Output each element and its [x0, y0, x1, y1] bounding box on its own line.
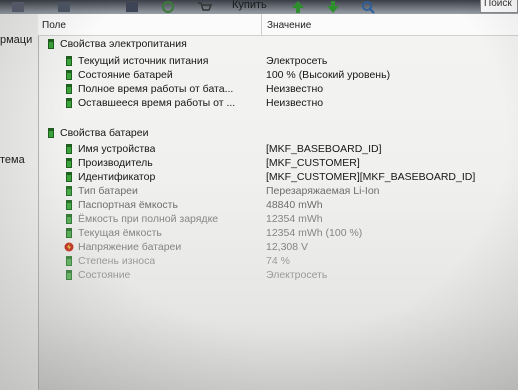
field-value: Перезаряжаемая Li-Ion [266, 185, 380, 197]
toolbar-button-down[interactable] [325, 0, 341, 14]
battery-icon [66, 270, 72, 280]
battery-icon [66, 256, 72, 266]
toolbar-button-up[interactable] [290, 0, 306, 14]
field-value: 74 % [266, 255, 290, 267]
field-name: Имя устройства [78, 143, 156, 155]
screen: Купить Поиск рмаци тема Поле Значение Св… [0, 0, 518, 390]
list-item[interactable]: Степень износа 74 % [38, 254, 518, 268]
field-name: Тип батареи [78, 185, 138, 197]
battery-icon [66, 84, 72, 94]
group-title: Свойства электропитания [60, 38, 187, 50]
list-item[interactable]: Идентификатор [MKF_CUSTOMER][MKF_BASEBOA… [38, 170, 518, 184]
magnifier-icon [362, 1, 375, 14]
search-input[interactable]: Поиск [480, 0, 518, 13]
list-item[interactable]: Производитель [MKF_CUSTOMER] [38, 156, 518, 170]
group-title: Свойства батареи [60, 127, 149, 139]
battery-icon [66, 172, 72, 182]
list-item[interactable]: Ёмкость при полной зарядке 12354 mWh [38, 212, 518, 226]
battery-icon [66, 56, 72, 66]
column-header-field[interactable]: Поле [42, 20, 66, 31]
list-item[interactable]: Тип батареи Перезаряжаемая Li-Ion [38, 184, 518, 198]
cart-icon [198, 2, 212, 11]
list-item[interactable]: Имя устройства [MKF_BASEBOARD_ID] [38, 142, 518, 156]
field-name: Производитель [78, 157, 153, 169]
battery-icon [66, 200, 72, 210]
column-header-value[interactable]: Значение [267, 20, 311, 31]
field-value: [MKF_CUSTOMER] [266, 157, 360, 169]
field-value: Электросеть [266, 269, 328, 281]
battery-icon [66, 158, 72, 168]
list-item[interactable]: Текущая ёмкость 12354 mWh (100 %) [38, 226, 518, 240]
field-name: Оставшееся время работы от ... [78, 97, 236, 109]
field-name: Идентификатор [78, 171, 156, 183]
field-name: Паспортная ёмкость [78, 199, 178, 211]
field-value: [MKF_BASEBOARD_ID] [266, 143, 382, 155]
field-name: Текущая ёмкость [78, 227, 162, 239]
field-value: 100 % (Высокий уровень) [266, 69, 391, 81]
toolbar-icon [12, 2, 24, 12]
field-value: 12354 mWh (100 %) [266, 227, 363, 239]
field-value: Электросеть [266, 55, 328, 67]
toolbar-icon [126, 2, 138, 12]
group-header-power[interactable]: Свойства электропитания [38, 37, 518, 51]
field-value: Неизвестно [266, 97, 324, 109]
list-header: Поле Значение [38, 14, 518, 36]
refresh-icon [162, 1, 174, 13]
list-item[interactable]: Текущий источник питания Электросеть [38, 54, 518, 68]
field-name: Ёмкость при полной зарядке [78, 213, 219, 225]
field-name: Полное время работы от бата... [78, 83, 234, 95]
field-value: Неизвестно [266, 83, 324, 95]
arrow-up-icon [292, 1, 304, 13]
toolbar-button-search[interactable] [360, 0, 376, 14]
toolbar-button-4[interactable] [160, 0, 176, 14]
battery-icon [66, 214, 72, 224]
field-name: Текущий источник питания [78, 55, 209, 67]
list-item[interactable]: Напряжение батареи 12,308 V [38, 240, 518, 254]
battery-icon [66, 70, 72, 80]
buy-button[interactable] [196, 0, 212, 14]
field-name: Состояние [78, 269, 131, 281]
list-view: Поле Значение Свойства электропитания Те… [38, 14, 518, 390]
battery-icon [48, 128, 54, 138]
list-item[interactable]: Состояние батарей 100 % (Высокий уровень… [38, 68, 518, 82]
left-panel: рмаци тема [0, 14, 39, 390]
sidebar-item-system[interactable]: тема [0, 154, 25, 166]
group-header-battery[interactable]: Свойства батареи [38, 126, 518, 140]
toolbar-icon [58, 2, 70, 12]
list-item[interactable]: Оставшееся время работы от ... Неизвестн… [38, 96, 518, 110]
field-name: Напряжение батареи [78, 241, 182, 253]
toolbar-button-2[interactable] [56, 0, 72, 14]
field-name: Состояние батарей [78, 69, 173, 81]
field-value: 48840 mWh [266, 199, 323, 211]
field-value: [MKF_CUSTOMER][MKF_BASEBOARD_ID] [266, 171, 476, 183]
field-value: 12,308 V [266, 241, 309, 253]
arrow-down-icon [327, 1, 339, 13]
list-item[interactable]: Состояние Электросеть [38, 268, 518, 282]
toolbar: Купить Поиск [0, 0, 518, 14]
toolbar-button-1[interactable] [10, 0, 26, 14]
battery-icon [66, 228, 72, 238]
buy-label: Купить [232, 0, 267, 11]
list-item[interactable]: Полное время работы от бата... Неизвестн… [38, 82, 518, 96]
list-item[interactable]: Паспортная ёмкость 48840 mWh [38, 198, 518, 212]
voltage-icon [64, 242, 74, 252]
column-divider[interactable] [261, 14, 262, 35]
battery-icon [48, 39, 54, 49]
field-value: 12354 mWh [266, 213, 323, 225]
field-name: Степень износа [78, 255, 156, 267]
battery-icon [66, 186, 72, 196]
battery-icon [66, 98, 72, 108]
toolbar-button-3[interactable] [124, 0, 140, 14]
sidebar-item-info[interactable]: рмаци [0, 34, 32, 46]
battery-icon [66, 144, 72, 154]
